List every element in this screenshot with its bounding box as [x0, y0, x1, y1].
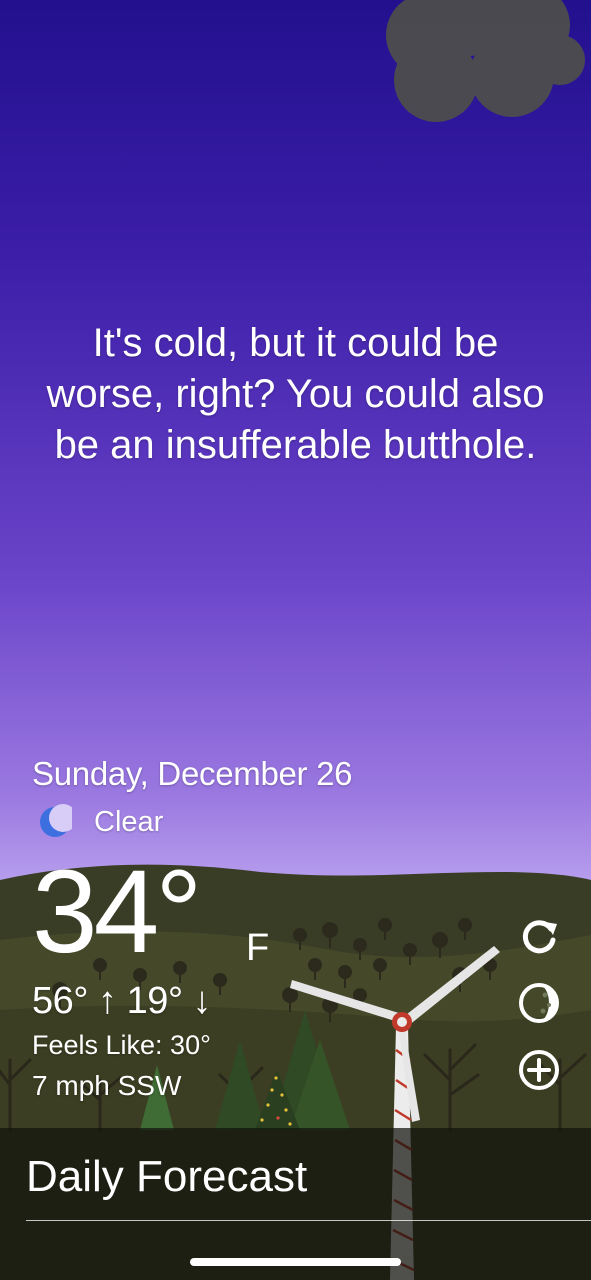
condition-row: Clear — [36, 803, 163, 841]
temperature-unit: F — [246, 927, 270, 969]
temperature-block: 34° F — [32, 846, 269, 982]
temperature-value: 34° — [32, 846, 202, 978]
wind-speed: 7 mph SSW — [32, 1070, 182, 1101]
high-low-temps: 56° ↑ 19° ↓ — [32, 980, 212, 1022]
weather-message: It's cold, but it could be worse, right?… — [46, 321, 545, 467]
moon-phase-button[interactable] — [517, 981, 561, 1025]
condition-text: Clear — [94, 805, 164, 838]
home-indicator[interactable] — [190, 1258, 401, 1266]
refresh-icon — [522, 920, 557, 954]
footer-divider — [26, 1220, 591, 1221]
daily-forecast-title: Daily Forecast — [26, 1152, 308, 1201]
add-location-button[interactable] — [517, 1048, 561, 1092]
feels-like: Feels Like: 30° — [32, 1030, 211, 1060]
moon-phase-icon — [519, 983, 559, 1023]
refresh-button[interactable] — [517, 914, 561, 958]
crescent-moon-icon — [40, 804, 72, 837]
date-label: Sunday, December 26 — [32, 755, 353, 792]
add-location-icon — [519, 1050, 559, 1090]
cloud — [386, 0, 585, 122]
